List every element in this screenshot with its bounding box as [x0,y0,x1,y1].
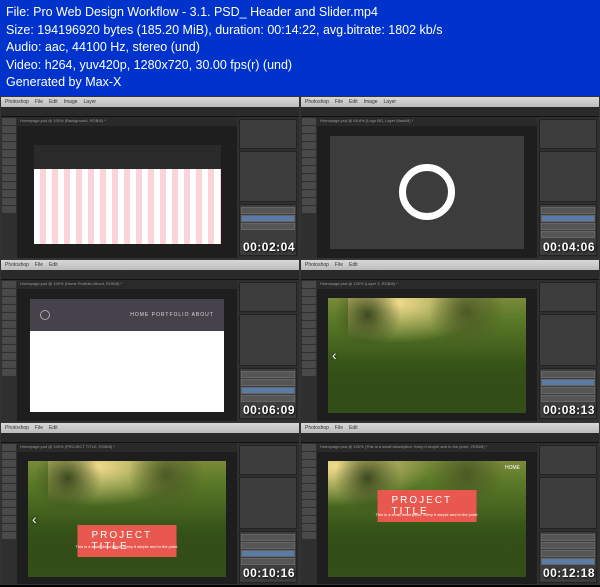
photoshop-options-bar [1,433,299,443]
project-subtitle: This is a small description. Keep it sim… [376,512,479,517]
canvas-area: Homepage.psd @ 100% (PROJECT TITLE, RGB/… [17,443,237,584]
canvas-area: Homepage.psd @ 100% (Layer 3, RGB/8) * ‹ [317,280,537,421]
tool-palette [301,117,317,258]
grid-guides-canvas [34,145,221,244]
audio-value: aac, 44100 Hz, stereo (und) [45,40,200,54]
thumbnail-3: PhotoshopFileEdit Homepage.psd @ 100% (H… [0,259,300,422]
project-title-badge: PROJECT TITLE [378,490,477,522]
size-value: 194196920 bytes (185.20 MiB) [37,23,208,37]
tool-palette [1,443,17,584]
document-tab: Homepage.psd @ 100% (This is a small des… [317,443,537,452]
timestamp: 00:02:04 [243,240,295,254]
photoshop-options-bar [1,107,299,117]
chevron-left-icon: ‹ [332,347,337,363]
panels-dock [237,280,299,421]
tool-palette [301,443,317,584]
slider-photo: ‹ [328,298,526,414]
video-value: h264, yuv420p, 1280x720, 30.00 fps(r) (u… [45,58,292,72]
file-label: File: [6,5,30,19]
thumbnail-2: PhotoshopFileEditImageLayer Homepage.psd… [300,96,600,259]
tool-palette [301,280,317,421]
panels-dock [537,443,599,584]
photoshop-options-bar [301,433,599,443]
bitrate-value: 1802 kb/s [388,23,442,37]
bitrate-label: avg.bitrate: [323,23,385,37]
mac-menubar: PhotoshopFileEditImageLayer [301,97,599,107]
document-tab: Homepage.psd @ 66.6% (Logo BG, Layer Mas… [317,117,537,126]
document-tab: Homepage.psd @ 100% (Background, RGB/8) … [17,117,237,126]
header-canvas: HOME PORTFOLIO ABOUT [30,299,224,412]
project-title-badge: PROJECT TITLE [78,525,177,557]
thumbnail-5: PhotoshopFileEdit Homepage.psd @ 100% (P… [0,422,300,585]
tool-palette [1,280,17,421]
panels-dock [237,117,299,258]
duration-label: duration: [215,23,264,37]
slider-photo: ‹ PROJECT TITLE This is a small descript… [28,461,226,577]
canvas-area: Homepage.psd @ 100% (Home Portfolio Abou… [17,280,237,421]
project-subtitle: This is a small description. Keep it sim… [76,544,179,549]
circle-icon [399,164,455,220]
panels-dock [237,443,299,584]
canvas-area: Homepage.psd @ 100% (This is a small des… [317,443,537,584]
video-label: Video: [6,58,41,72]
timestamp: 00:06:09 [243,403,295,417]
mac-menubar: PhotoshopFileEdit [1,260,299,270]
document-tab: Homepage.psd @ 100% (Home Portfolio Abou… [17,280,237,289]
canvas-area: Homepage.psd @ 66.6% (Logo BG, Layer Mas… [317,117,537,258]
mac-menubar: PhotoshopFileEditImageLayer [1,97,299,107]
file-name: Pro Web Design Workflow - 3.1. PSD_ Head… [33,5,378,19]
timestamp: 00:08:13 [543,403,595,417]
timestamp: 00:12:18 [543,566,595,580]
thumbnail-6: PhotoshopFileEdit Homepage.psd @ 100% (T… [300,422,600,585]
thumbnail-grid: PhotoshopFileEditImageLayer Homepage.psd… [0,96,600,586]
chevron-left-icon: ‹ [32,511,37,527]
size-label: Size: [6,23,34,37]
photoshop-options-bar [1,270,299,280]
photoshop-options-bar [301,107,599,117]
panels-dock [537,117,599,258]
generated-by: Generated by Max-X [6,74,594,92]
media-info-header: File: Pro Web Design Workflow - 3.1. PSD… [0,0,600,96]
home-link: HOME [505,465,520,471]
thumbnail-1: PhotoshopFileEditImageLayer Homepage.psd… [0,96,300,259]
document-tab: Homepage.psd @ 100% (PROJECT TITLE, RGB/… [17,443,237,452]
logo-icon [40,310,50,320]
nav-text: HOME PORTFOLIO ABOUT [130,312,214,318]
mac-menubar: PhotoshopFileEdit [1,423,299,433]
slider-photo: HOME PROJECT TITLE This is a small descr… [328,461,526,577]
logo-canvas [330,136,524,249]
audio-label: Audio: [6,40,41,54]
thumbnail-4: PhotoshopFileEdit Homepage.psd @ 100% (L… [300,259,600,422]
panels-dock [537,280,599,421]
mac-menubar: PhotoshopFileEdit [301,260,599,270]
photoshop-options-bar [301,270,599,280]
canvas-area: Homepage.psd @ 100% (Background, RGB/8) … [17,117,237,258]
duration-value: 00:14:22 [267,23,316,37]
timestamp: 00:04:06 [543,240,595,254]
mac-menubar: PhotoshopFileEdit [301,423,599,433]
timestamp: 00:10:16 [243,566,295,580]
tool-palette [1,117,17,258]
document-tab: Homepage.psd @ 100% (Layer 3, RGB/8) * [317,280,537,289]
